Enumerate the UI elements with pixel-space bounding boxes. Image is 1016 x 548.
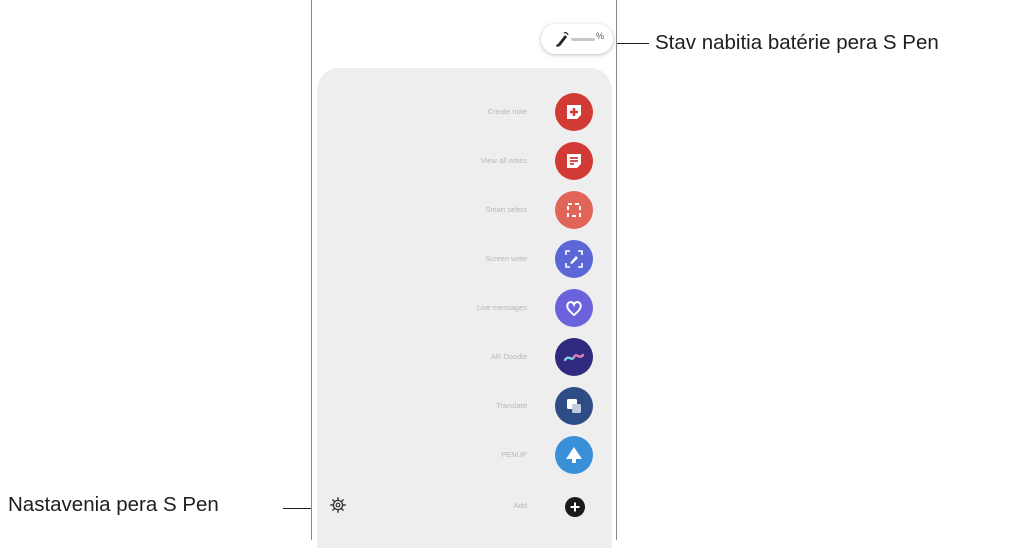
menu-item-label: Live messages [476, 303, 527, 312]
settings-callout-label: Nastavenia pera S Pen [8, 493, 219, 516]
menu-item-label: AR Doodle [490, 352, 527, 361]
menu-item-live-messages[interactable]: Live messages [412, 289, 612, 331]
menu-item-label: PENUP [501, 450, 527, 459]
battery-percent: % [596, 31, 605, 41]
add-icon [565, 497, 585, 517]
menu-item-penup[interactable]: PENUP [412, 436, 612, 478]
menu-item-smart-select[interactable]: Smart select [412, 191, 612, 233]
menu-item-translate[interactable]: Translate [412, 387, 612, 429]
menu-item-label: Screen write [485, 254, 527, 263]
menu-item-label: Translate [496, 401, 527, 410]
menu-item-create-note[interactable]: Create note [412, 93, 612, 135]
battery-level-bar [571, 38, 595, 41]
menu-item-label: Create note [487, 107, 527, 116]
menu-item-label: Smart select [485, 205, 527, 214]
view-all-notes-icon [555, 142, 593, 180]
spen-icon [555, 31, 569, 52]
translate-icon [555, 387, 593, 425]
screen-write-icon [555, 240, 593, 278]
menu-item-ar-doodle[interactable]: AR Doodle [412, 338, 612, 380]
penup-icon [555, 436, 593, 474]
menu-item-screen-write[interactable]: Screen write [412, 240, 612, 282]
ar-doodle-icon [555, 338, 593, 376]
create-note-icon [555, 93, 593, 131]
smart-select-icon [555, 191, 593, 229]
settings-gear-icon[interactable] [330, 497, 346, 518]
battery-callout-label: Stav nabitia batérie pera S Pen [655, 31, 939, 54]
menu-item-add[interactable]: Add [412, 487, 612, 529]
menu-item-view-all-notes[interactable]: View all notes [412, 142, 612, 184]
live-messages-icon [555, 289, 593, 327]
menu-item-label: Add [513, 501, 527, 510]
spen-battery-indicator: % [541, 24, 613, 54]
phone-screen: % Create note View all notes Smart selec… [311, 0, 617, 548]
menu-item-label: View all notes [480, 156, 527, 165]
